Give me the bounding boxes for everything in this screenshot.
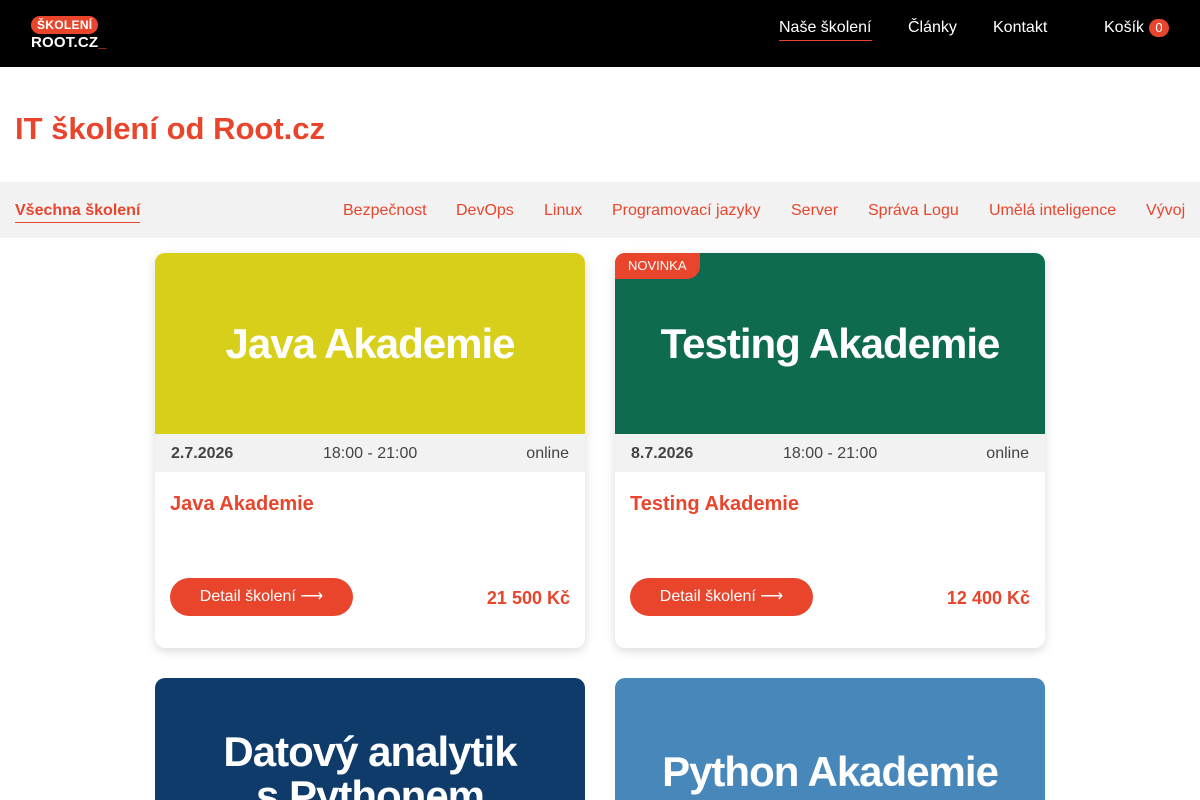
page-title: IT školení od Root.cz bbox=[15, 111, 326, 146]
course-date: 8.7.2026 bbox=[631, 445, 694, 462]
nav-kontakt[interactable]: Kontakt bbox=[993, 18, 1047, 38]
logo-text: ROOT.CZ_ bbox=[31, 35, 107, 51]
logo-text-main: ROOT.CZ bbox=[31, 34, 99, 51]
category-programovaci-jazyky[interactable]: Programovací jazyky bbox=[612, 201, 761, 221]
category-sprava-logu[interactable]: Správa Logu bbox=[868, 201, 959, 221]
course-price: 21 500 Kč bbox=[486, 588, 570, 608]
course-price: 12 400 Kč bbox=[946, 588, 1030, 608]
course-date: 2.7.2026 bbox=[171, 445, 234, 462]
course-image[interactable]: Java Akademie bbox=[155, 253, 585, 434]
detail-button[interactable]: Detail školení ⟶ bbox=[630, 578, 813, 616]
category-server[interactable]: Server bbox=[791, 201, 838, 221]
course-image[interactable]: Python Akademie bbox=[615, 678, 1045, 800]
new-badge: NOVINKA bbox=[615, 253, 700, 279]
category-filter-bar: Všechna školení Bezpečnost DevOps Linux … bbox=[0, 182, 1200, 238]
course-card[interactable]: Testing Akademie NOVINKA 8.7.2026 18:00 … bbox=[615, 253, 1045, 648]
course-card[interactable]: Datový analytik s Pythonem bbox=[155, 678, 585, 800]
category-devops[interactable]: DevOps bbox=[456, 201, 514, 221]
course-image-text: Java Akademie bbox=[225, 319, 516, 367]
course-mode: online bbox=[526, 445, 569, 462]
course-mode: online bbox=[986, 445, 1029, 462]
category-all[interactable]: Všechna školení bbox=[15, 201, 141, 223]
course-image[interactable]: Datový analytik s Pythonem bbox=[155, 678, 585, 800]
course-card[interactable]: Python Akademie bbox=[615, 678, 1045, 800]
nav-nase-skoleni[interactable]: Naše školení bbox=[779, 18, 872, 41]
detail-button[interactable]: Detail školení ⟶ bbox=[170, 578, 353, 616]
nav-cart[interactable]: Košík bbox=[1104, 18, 1144, 38]
logo-badge: ŠKOLENÍ bbox=[31, 16, 99, 34]
course-image-text: Testing Akademie bbox=[660, 319, 1001, 367]
cart-count-badge: 0 bbox=[1149, 19, 1169, 37]
course-image-text: Datový analytik s Pythonem bbox=[223, 728, 517, 800]
course-meta: 8.7.2026 18:00 - 21:00 online bbox=[615, 434, 1045, 472]
nav-clanky[interactable]: Články bbox=[908, 18, 957, 38]
category-linux[interactable]: Linux bbox=[544, 201, 582, 221]
course-title[interactable]: Java Akademie bbox=[170, 493, 314, 516]
course-image[interactable]: Testing Akademie bbox=[615, 253, 1045, 434]
top-navigation-bar: ŠKOLENÍ ROOT.CZ_ Naše školení Články Kon… bbox=[0, 0, 1200, 67]
category-bezpecnost[interactable]: Bezpečnost bbox=[343, 201, 427, 221]
course-card[interactable]: Java Akademie 2.7.2026 18:00 - 21:00 onl… bbox=[155, 253, 585, 648]
logo-underscore: _ bbox=[98, 34, 107, 51]
course-time: 18:00 - 21:00 bbox=[323, 445, 418, 462]
category-vyvoj[interactable]: Vývoj bbox=[1146, 201, 1185, 221]
category-umela-inteligence[interactable]: Umělá inteligence bbox=[989, 201, 1116, 221]
site-logo[interactable]: ŠKOLENÍ ROOT.CZ_ bbox=[31, 16, 111, 52]
course-meta: 2.7.2026 18:00 - 21:00 online bbox=[155, 434, 585, 472]
course-title[interactable]: Testing Akademie bbox=[630, 493, 799, 516]
course-image-text: Python Akademie bbox=[662, 748, 999, 795]
course-time: 18:00 - 21:00 bbox=[783, 445, 878, 462]
